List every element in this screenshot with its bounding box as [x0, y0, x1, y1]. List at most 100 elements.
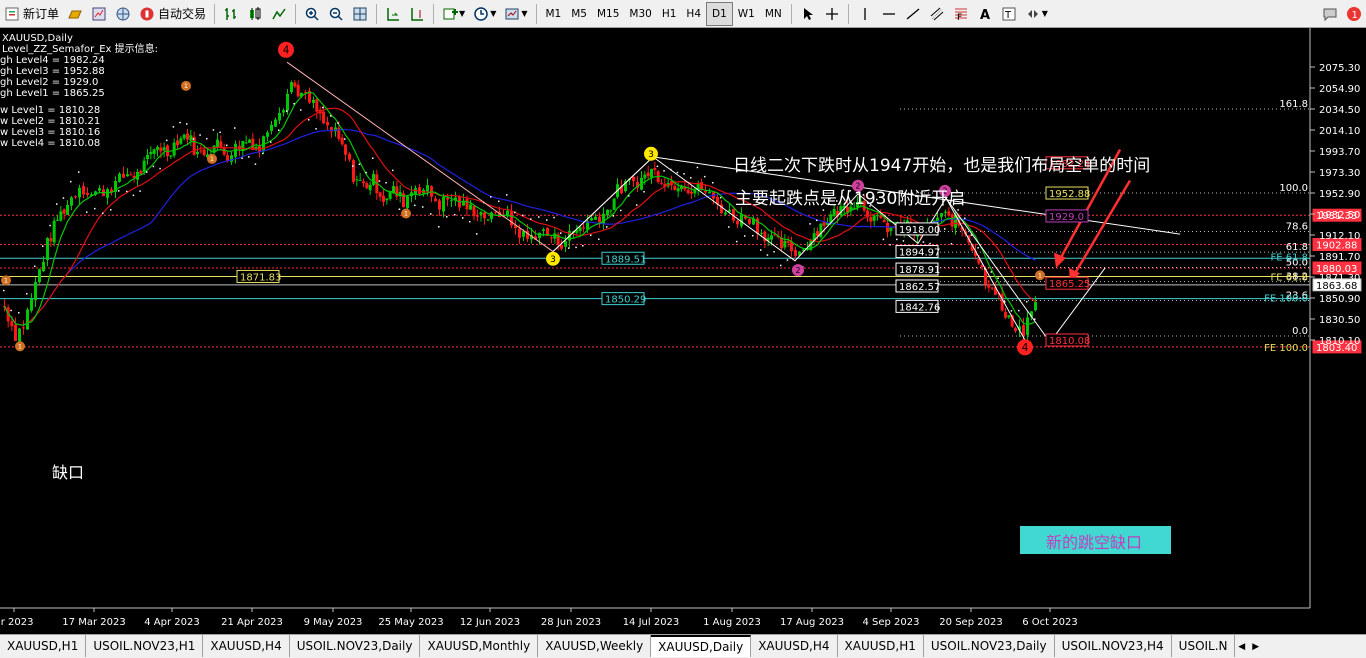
line-chart-button[interactable]: [268, 2, 290, 25]
cursor-tool-button[interactable]: [797, 2, 819, 25]
timeframe-mn[interactable]: MN: [760, 3, 787, 25]
trendline-button[interactable]: [902, 2, 924, 25]
sar-dot: [1018, 309, 1020, 312]
date-axis-label: 25 May 2023: [378, 617, 443, 628]
zoom-in-button[interactable]: [301, 2, 323, 25]
sar-dot: [760, 249, 762, 251]
auto-trading-button[interactable]: 自动交易: [136, 2, 209, 25]
candle-body: [146, 154, 149, 160]
sar-dot: [315, 128, 317, 130]
tab-xauusd-h1-2[interactable]: XAUUSD,H1: [838, 635, 924, 657]
date-axis-label: 9 May 2023: [304, 617, 363, 628]
tab-usoil-daily[interactable]: USOIL.NOV23,Daily: [290, 635, 421, 657]
trendline-icon: [906, 8, 920, 19]
tab-xauusd-monthly[interactable]: XAUUSD,Monthly: [420, 635, 539, 657]
market-watch-button[interactable]: [88, 2, 110, 25]
horizontal-line-button[interactable]: [878, 2, 900, 25]
zoom-in-icon: [305, 7, 319, 21]
candle-body: [62, 209, 66, 214]
tabs-scroll-right[interactable]: ▶: [1249, 635, 1263, 658]
timeframe-w1[interactable]: W1: [733, 3, 760, 25]
candle-body: [479, 211, 483, 215]
sar-dot: [690, 177, 692, 179]
sar-dot: [822, 209, 825, 211]
timeframe-h4[interactable]: H4: [681, 3, 706, 25]
notifications-button[interactable]: 1: [1343, 2, 1365, 25]
tab-xauusd-h4-2[interactable]: XAUUSD,H4: [751, 635, 838, 657]
sar-dot: [656, 165, 659, 168]
tab-xauusd-h1[interactable]: XAUUSD,H1: [0, 635, 87, 657]
price-chart[interactable]: 161.8100.078.661.850.038.223.60.0FE 61.8…: [0, 28, 1366, 634]
sar-dot: [146, 171, 148, 173]
timeframe-h1[interactable]: H1: [657, 3, 682, 25]
candle-body: [122, 173, 125, 178]
candle-body: [632, 176, 635, 182]
arrows-button[interactable]: ▼: [1022, 2, 1051, 25]
timeframe-m15[interactable]: M15: [592, 3, 624, 25]
tabs-scroll-left[interactable]: ◀: [1235, 635, 1249, 658]
timeframe-m1[interactable]: M1: [541, 3, 567, 25]
candle-body: [118, 173, 121, 182]
sar-dot: [212, 129, 215, 131]
candle-body: [542, 229, 545, 231]
templates-button[interactable]: ▼: [501, 2, 530, 25]
chart-shift-button[interactable]: [406, 2, 428, 25]
sar-dot: [132, 194, 135, 197]
vertical-line-button[interactable]: [854, 2, 876, 25]
sar-dot: [1010, 310, 1013, 312]
gold-icon-button[interactable]: [64, 2, 86, 25]
semafor-label: 1: [210, 155, 214, 163]
tab-usoil-daily-2[interactable]: USOIL.NOV23,Daily: [924, 635, 1055, 657]
tab-xauusd-h4[interactable]: XAUUSD,H4: [203, 635, 290, 657]
fibonacci-button[interactable]: F: [950, 2, 972, 25]
candle-body: [86, 192, 89, 195]
candle-body: [14, 324, 17, 342]
candle-body: [372, 173, 375, 185]
toolbar-separator: [535, 3, 537, 24]
sar-dot: [62, 197, 65, 199]
candle-body: [38, 269, 41, 283]
candle-body: [52, 220, 56, 243]
svg-text:1: 1: [1352, 10, 1358, 21]
sar-dot: [330, 115, 332, 117]
candle-body: [438, 200, 441, 210]
channel-button[interactable]: [926, 2, 948, 25]
zoom-out-button[interactable]: [325, 2, 347, 25]
candle-body: [476, 215, 479, 217]
tab-usoil-h1[interactable]: USOIL.NOV23,H1: [86, 635, 204, 657]
semafor-label: 4: [283, 44, 290, 56]
auto-scroll-button[interactable]: [382, 2, 404, 25]
candle-body: [594, 216, 597, 220]
candle-body: [450, 200, 453, 202]
candle-body: [598, 216, 601, 223]
candle-body: [882, 219, 886, 223]
tab-usoil-h4[interactable]: USOIL.NOV23,H4: [1055, 635, 1172, 657]
timeframe-m30[interactable]: M30: [624, 3, 656, 25]
candle-body: [1004, 312, 1007, 318]
periods-button[interactable]: ▼: [470, 2, 499, 25]
horizontal-line-icon: [882, 12, 895, 15]
candle-body: [550, 237, 553, 239]
data-window-button[interactable]: [112, 2, 134, 25]
sar-dot: [206, 137, 208, 140]
text-tool-button[interactable]: A: [974, 2, 996, 25]
new-order-button[interactable]: 新订单: [1, 2, 62, 25]
indicator-title: Level_ZZ_Semafor_Ex 提示信息:: [2, 42, 158, 55]
date-axis-label: 12 Jun 2023: [460, 617, 520, 628]
tile-windows-button[interactable]: [349, 2, 371, 25]
indicators-button[interactable]: ▼: [439, 2, 468, 25]
chat-button[interactable]: [1319, 2, 1341, 25]
timeframe-d1[interactable]: D1: [706, 1, 733, 26]
candle-body: [676, 188, 680, 192]
timeframe-m5[interactable]: M5: [566, 3, 592, 25]
crosshair-tool-button[interactable]: [821, 2, 843, 25]
tab-usoil-partial[interactable]: USOIL.N: [1172, 635, 1235, 657]
annotation-line-2: 主要起跌点是从1930附近开启: [735, 189, 965, 209]
sar-dot: [628, 195, 630, 197]
bar-chart-button[interactable]: [220, 2, 242, 25]
tab-xauusd-weekly[interactable]: XAUUSD,Weekly: [538, 635, 652, 657]
text-label-button[interactable]: T: [998, 2, 1020, 25]
symbol-title: XAUUSD,Daily: [2, 33, 73, 44]
tab-xauusd-daily[interactable]: XAUUSD,Daily: [651, 635, 752, 657]
candlestick-button[interactable]: [244, 2, 266, 25]
